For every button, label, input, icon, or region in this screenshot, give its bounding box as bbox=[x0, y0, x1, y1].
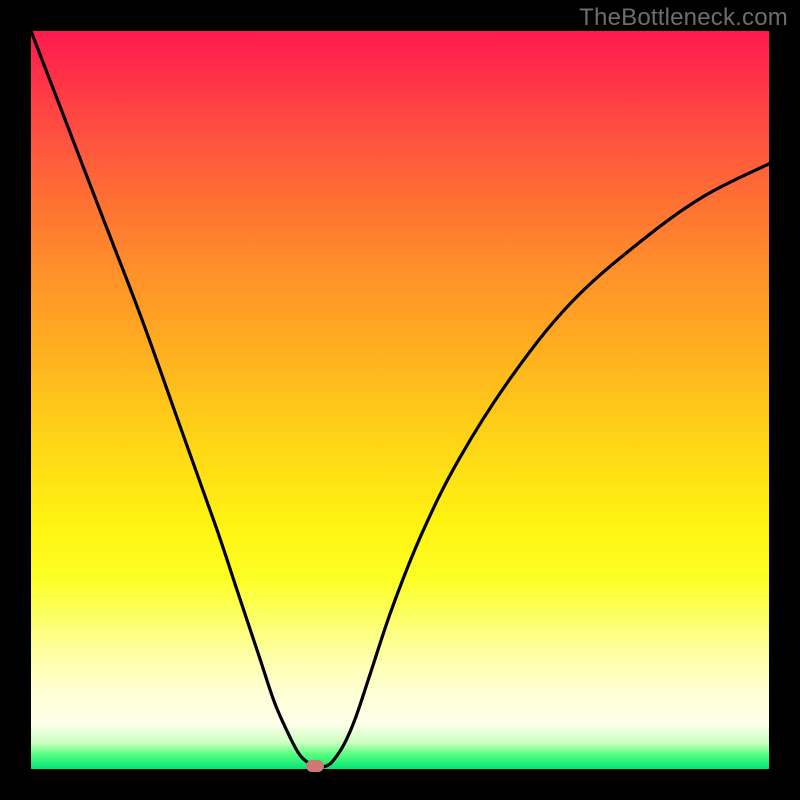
curve-svg bbox=[31, 31, 769, 769]
optimal-point-marker bbox=[306, 760, 324, 772]
chart-frame: TheBottleneck.com bbox=[0, 0, 800, 800]
plot-area bbox=[31, 31, 769, 769]
bottleneck-curve-path bbox=[31, 31, 769, 767]
watermark-text: TheBottleneck.com bbox=[579, 4, 788, 32]
